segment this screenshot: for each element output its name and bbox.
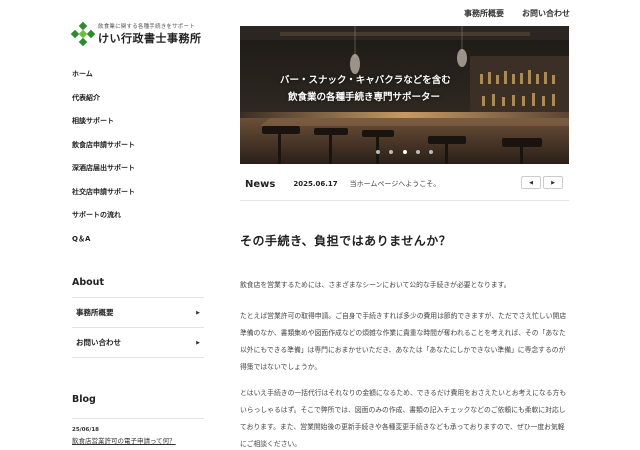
news-label: News: [245, 178, 276, 190]
logo-name: けい行政書士事務所: [98, 32, 202, 45]
news-prev-button[interactable]: ◀: [521, 176, 541, 189]
sidebar-item-consultation[interactable]: 相談サポート: [72, 115, 207, 139]
news-controls: ◀ ▶: [521, 176, 563, 189]
sidebar-item-late-night-notification[interactable]: 深酒店届出サポート: [72, 162, 207, 186]
blog-entry-date: 25/06/18: [72, 427, 99, 433]
hero-headline-1: バー・スナック・キャバクラなどを含む: [280, 75, 451, 86]
news-date: 2025.06.17: [293, 180, 338, 188]
divider: [240, 200, 569, 201]
news-text[interactable]: 当ホームページへようこそ。: [350, 179, 441, 189]
about-heading: About: [72, 277, 104, 288]
about-item-office-overview[interactable]: 事務所概要 ▶: [72, 298, 204, 328]
sidebar-item-hostess-bar-application[interactable]: 社交店申請サポート: [72, 186, 207, 210]
paragraph-flexible-support: とはいえ手続きの一括代行はそれなりの金額になるため、できるだけ費用をおさえたいと…: [240, 389, 567, 448]
sidebar-item-restaurant-application[interactable]: 飲食店申請サポート: [72, 139, 207, 163]
hero-headline-2: 飲食業の各種手続き専門サポーター: [288, 92, 441, 103]
sidebar-item-qa[interactable]: Q＆A: [72, 233, 207, 257]
sidebar-item-representative[interactable]: 代表紹介: [72, 92, 207, 116]
slider-dots: [240, 139, 569, 158]
paragraph-license: たとえば営業許可の取得申請。ご自身で手続きすれば多少の費用は節約できますが、ただ…: [240, 312, 567, 371]
slider-dot[interactable]: [376, 150, 381, 154]
paragraph-intro: 飲食店を営業するためには、さまざまなシーンにおいて公的な手続きが必要となります。: [240, 281, 511, 289]
top-nav-contact[interactable]: お問い合わせ: [522, 8, 570, 19]
blog-heading: Blog: [72, 394, 96, 405]
sidebar-nav: ホーム 代表紹介 相談サポート 飲食店申請サポート 深酒店届出サポート 社交店申…: [72, 68, 207, 256]
slider-dot[interactable]: [415, 150, 420, 154]
triangle-right-icon: ▶: [551, 179, 555, 186]
news-ticker: News 2025.06.17 当ホームページへようこそ。 ◀ ▶: [240, 172, 569, 196]
about-item-label: お問い合わせ: [76, 338, 121, 347]
triangle-right-icon: ▶: [196, 309, 200, 316]
logo-diamond-icon: [70, 21, 96, 47]
sidebar-item-support-flow[interactable]: サポートの流れ: [72, 209, 207, 233]
about-list: 事務所概要 ▶ お問い合わせ ▶: [72, 297, 204, 358]
triangle-left-icon: ◀: [529, 179, 533, 186]
site-logo[interactable]: 飲食業に関する各種手続きをサポート けい行政書士事務所: [70, 21, 202, 47]
slider-dot-active[interactable]: [402, 150, 407, 154]
sidebar-item-home[interactable]: ホーム: [72, 68, 207, 92]
triangle-right-icon: ▶: [196, 339, 200, 346]
slider-dot[interactable]: [389, 150, 394, 154]
news-next-button[interactable]: ▶: [543, 176, 563, 189]
about-item-contact[interactable]: お問い合わせ ▶: [72, 328, 204, 358]
top-nav: 事務所概要 お問い合わせ: [464, 8, 570, 19]
blog-entry-link[interactable]: 飲食店営業許可の電子申請って何？: [72, 435, 204, 445]
top-nav-office-overview[interactable]: 事務所概要: [464, 8, 504, 19]
hero-slider[interactable]: バー・スナック・キャバクラなどを含む 飲食業の各種手続き専門サポーター: [240, 26, 569, 164]
page-heading: その手続き、負担ではありませんか？: [240, 234, 452, 248]
logo-tagline: 飲食業に関する各種手続きをサポート: [98, 24, 195, 30]
slider-dot[interactable]: [428, 150, 433, 154]
blog-list: 25/06/18 飲食店営業許可の電子申請って何？: [72, 418, 204, 445]
about-item-label: 事務所概要: [76, 308, 114, 317]
